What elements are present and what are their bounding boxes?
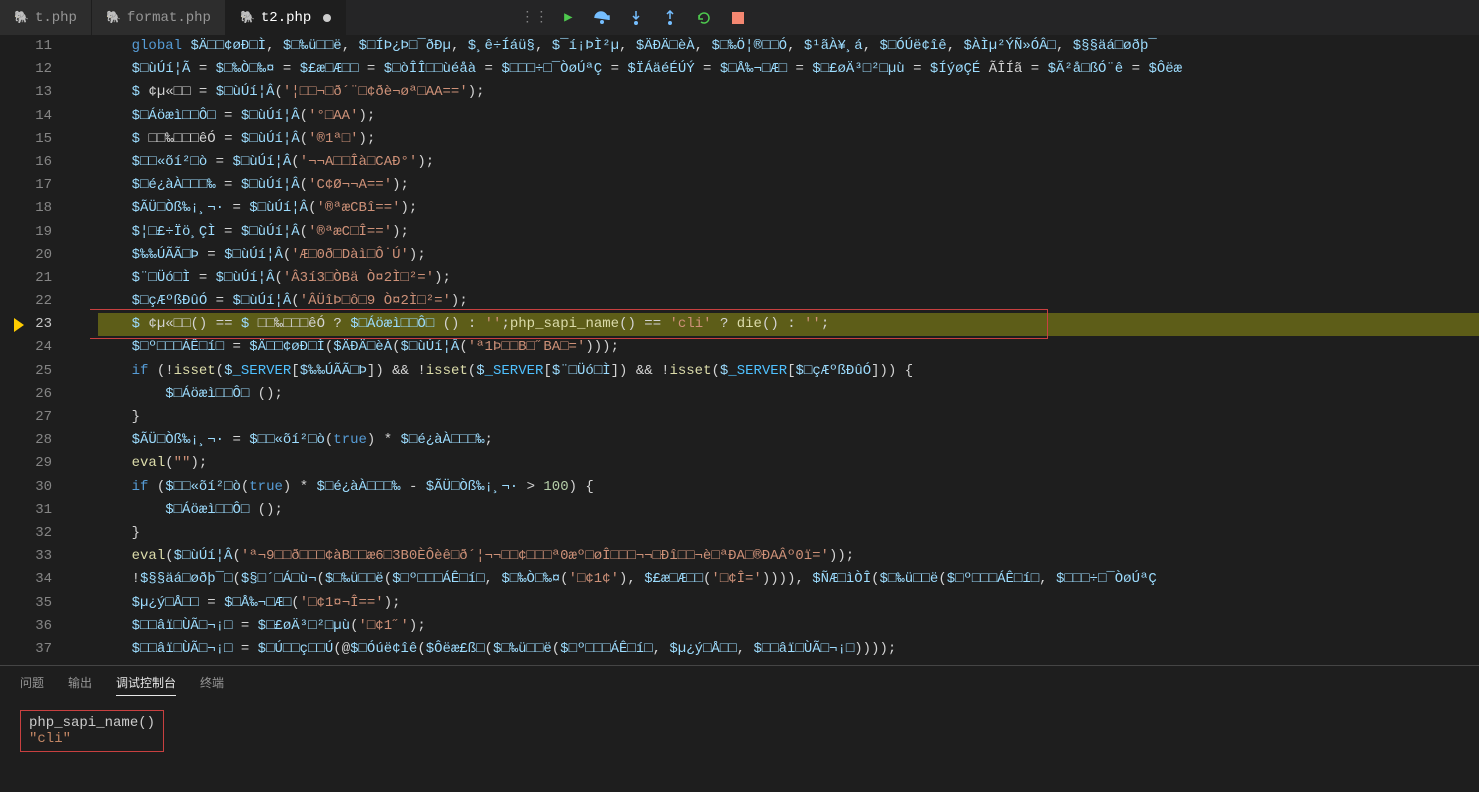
code-line: $□º□□□ÁÊ□í□ = $Ä□□¢øÐ□Ì($ÄÐÄ□èÀ($□ùÚí¦Â(… — [98, 336, 1479, 359]
line-number: 19 — [0, 221, 52, 244]
code-line: $‰‰ÚÃÃ□Þ = $□ùÚí¦Â('Æ□0ð□Dàì□Ô˙Ú'); — [98, 244, 1479, 267]
line-number: 30 — [0, 476, 52, 499]
line-number: 12 — [0, 58, 52, 81]
debug-output-line: "cli" — [29, 731, 155, 747]
code-line: $□é¿àÀ□□□‰ = $□ùÚí¦Â('C¢Ø¬¬A=='); — [98, 174, 1479, 197]
line-number: 25 — [0, 360, 52, 383]
code-line: $□□âï□ÙÃ□¬¡□ = $□£øÄ³□²□µù('□¢1˝'); — [98, 615, 1479, 638]
debug-eval-block: php_sapi_name() "cli" — [20, 710, 164, 752]
continue-icon[interactable]: ▶ — [560, 10, 576, 26]
restart-icon[interactable] — [696, 10, 712, 26]
code-line: } — [98, 406, 1479, 429]
code-line: $ ¢µ«□□ = $□ùÚí¦Â('¦□□¬□ð´¨□¢ðè¬øª□AA=='… — [98, 81, 1479, 104]
panel-tab-output[interactable]: 输出 — [68, 674, 92, 696]
code-line: $□□âï□ÙÃ□¬¡□ = $□Ú□□ç□□Ú(@$□Óúë¢îê($Ôëæ£… — [98, 638, 1479, 661]
editor-area: 1112131415161718192021222324252627282930… — [0, 35, 1479, 665]
code-line: global $Ä□□¢øÐ□Ì, $□‰ü□□ë, $□ÍÞ¿Þ□¯ðÐµ, … — [98, 35, 1479, 58]
line-number: 15 — [0, 128, 52, 151]
stop-icon[interactable] — [730, 10, 746, 26]
fold-column — [70, 35, 90, 665]
code-line: $¨□Üó□Ì = $□ùÚí¦Â('Â3í3□ÒBä Ò¤2Ì□²='); — [98, 267, 1479, 290]
code-line: $□Áöæì□□Ô□ (); — [98, 499, 1479, 522]
line-number: 13 — [0, 81, 52, 104]
line-number-gutter: 1112131415161718192021222324252627282930… — [0, 35, 70, 665]
line-number: 23 — [0, 313, 52, 336]
debug-toolbar: ⋮⋮ ▶ — [526, 10, 746, 26]
code-line: if ($□□«õí²□ò(true) * $□é¿àÀ□□□‰ - $ÃÜ□Ò… — [98, 476, 1479, 499]
code-content[interactable]: global $Ä□□¢øÐ□Ì, $□‰ü□□ë, $□ÍÞ¿Þ□¯ðÐµ, … — [90, 35, 1479, 665]
current-execution-arrow-icon — [14, 318, 24, 332]
line-number: 28 — [0, 429, 52, 452]
php-icon: 🐘 — [14, 10, 29, 25]
tab-t2-php[interactable]: 🐘 t2.php — [226, 0, 346, 35]
line-number: 31 — [0, 499, 52, 522]
bottom-panel: 问题 输出 调试控制台 终端 php_sapi_name() "cli" — [0, 665, 1479, 792]
editor-tabs: 🐘 t.php 🐘 format.php 🐘 t2.php ⋮⋮ ▶ — [0, 0, 1479, 35]
code-line: $□Áöæì□□Ô□ = $□ùÚí¦Â('°□AA'); — [98, 105, 1479, 128]
panel-tabs: 问题 输出 调试控制台 终端 — [0, 666, 1479, 704]
code-line: $ÃÜ□Òß‰¡¸¬· = $□ùÚí¦Â('®ªæCBî=='); — [98, 197, 1479, 220]
tab-format-php[interactable]: 🐘 format.php — [92, 0, 226, 35]
code-line: eval($□ùÚí¦Â('ª¬9□□ð□□□¢àB□□æ6□3B0ÈÔèê□ð… — [98, 545, 1479, 568]
line-number: 37 — [0, 638, 52, 661]
code-line: $□çÆºßÐûÓ = $□ùÚí¦Â('ÂÜîÞ□ô□9 Ò¤2Ì□²='); — [98, 290, 1479, 313]
code-line: $ ¢µ«□□() == $ □□‰□□□êÓ ? $□Áöæì□□Ô□ () … — [98, 313, 1479, 336]
line-number: 24 — [0, 336, 52, 359]
line-number: 22 — [0, 290, 52, 313]
line-number: 32 — [0, 522, 52, 545]
tab-label: t.php — [35, 10, 77, 26]
panel-tab-terminal[interactable]: 终端 — [200, 674, 224, 696]
line-number: 27 — [0, 406, 52, 429]
code-line: if (!isset($_SERVER[$‰‰ÚÃÃ□Þ]) && !isset… — [98, 360, 1479, 383]
line-number: 21 — [0, 267, 52, 290]
dirty-indicator-icon — [323, 14, 331, 22]
line-number: 34 — [0, 568, 52, 591]
tab-label: format.php — [127, 10, 211, 26]
panel-tab-debug-console[interactable]: 调试控制台 — [116, 674, 176, 696]
line-number: 14 — [0, 105, 52, 128]
panel-tab-problems[interactable]: 问题 — [20, 674, 44, 696]
code-line: $¦□£÷Ïö¸ÇÌ = $□ùÚí¦Â('®ªæC□Î=='); — [98, 221, 1479, 244]
debug-console-content[interactable]: php_sapi_name() "cli" — [0, 704, 1479, 758]
code-line: $□□«õí²□ò = $□ùÚí¦Â('¬¬A□□Îà□CAÐ°'); — [98, 151, 1479, 174]
code-line: eval(""); — [98, 452, 1479, 475]
line-number: 18 — [0, 197, 52, 220]
php-icon: 🐘 — [240, 10, 255, 25]
step-over-icon[interactable] — [594, 10, 610, 26]
line-number: 26 — [0, 383, 52, 406]
code-line: $ÃÜ□Òß‰¡¸¬· = $□□«õí²□ò(true) * $□é¿àÀ□□… — [98, 429, 1479, 452]
code-line: !$§§äá□øðþ¯□($§□´□Á□ù¬($□‰ü□□ë($□º□□□ÁÊ□… — [98, 568, 1479, 591]
line-number: 35 — [0, 592, 52, 615]
step-into-icon[interactable] — [628, 10, 644, 26]
tab-t-php[interactable]: 🐘 t.php — [0, 0, 92, 35]
line-number: 36 — [0, 615, 52, 638]
code-line: } — [98, 522, 1479, 545]
debug-input-line: php_sapi_name() — [29, 715, 155, 731]
line-number: 17 — [0, 174, 52, 197]
line-number: 33 — [0, 545, 52, 568]
code-line: $□ùÚí¦Ã = $□‰Ò□‰¤ = $£æ□Æ□□ = $□òÎÎ□□ùéå… — [98, 58, 1479, 81]
line-number: 29 — [0, 452, 52, 475]
line-number: 11 — [0, 35, 52, 58]
line-number: 20 — [0, 244, 52, 267]
php-icon: 🐘 — [106, 10, 121, 25]
code-line: $ □□‰□□□êÓ = $□ùÚí¦Â('®1ª□'); — [98, 128, 1479, 151]
code-line: $□Áöæì□□Ô□ (); — [98, 383, 1479, 406]
drag-handle-icon[interactable]: ⋮⋮ — [526, 10, 542, 26]
code-line: $µ¿ý□Å□□ = $□Å‰¬□Æ□('□¢1¤¬Î=='); — [98, 592, 1479, 615]
line-number: 16 — [0, 151, 52, 174]
tab-label: t2.php — [261, 10, 311, 26]
step-out-icon[interactable] — [662, 10, 678, 26]
